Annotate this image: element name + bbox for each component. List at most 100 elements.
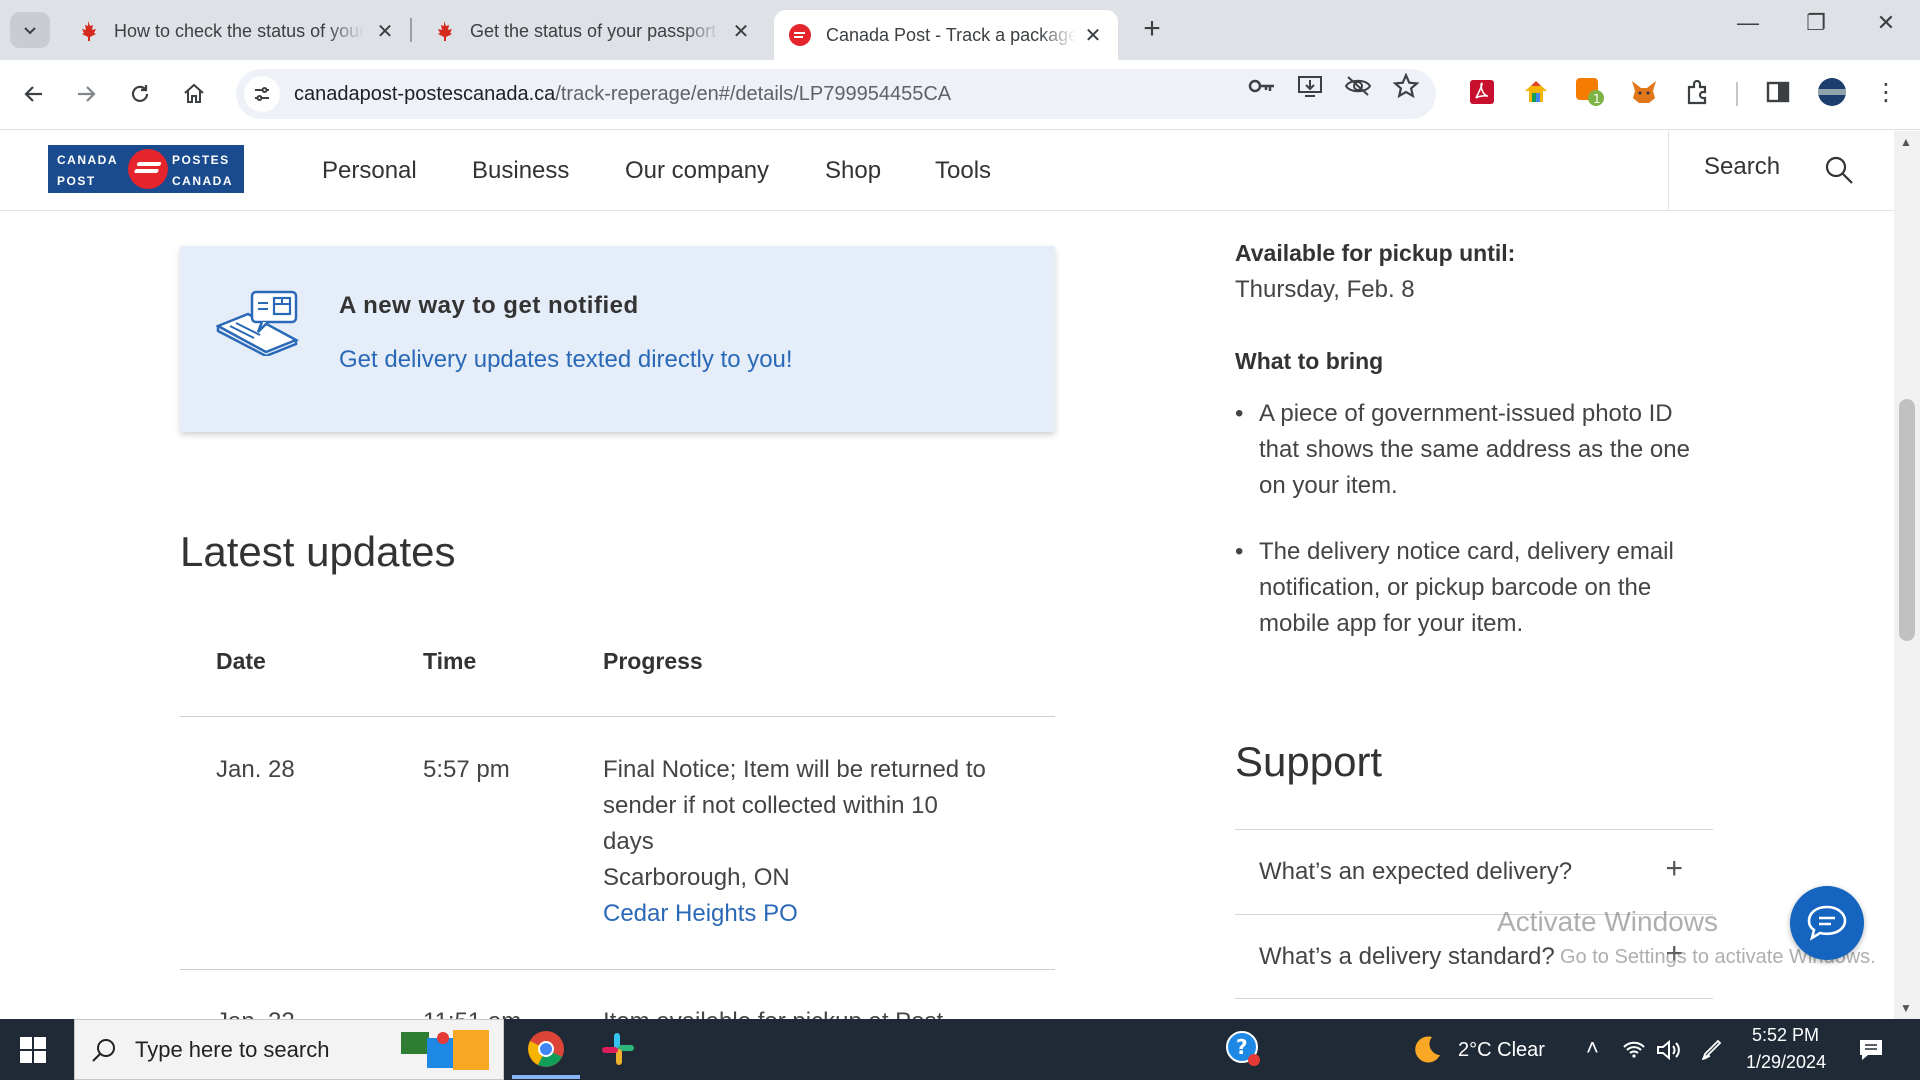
list-item-line: notification, or pickup barcode on the <box>1259 574 1652 601</box>
taskbar-search-box[interactable]: Type here to search <box>74 1019 504 1080</box>
faq-item[interactable]: What’s an expected delivery? + <box>1235 829 1713 914</box>
new-tab-button[interactable]: + <box>1136 12 1168 46</box>
restore-icon[interactable]: ❐ <box>1796 10 1836 36</box>
scroll-up-icon[interactable]: ▲ <box>1900 135 1912 149</box>
browser-tab[interactable]: Get the status of your passport ✕ <box>418 8 766 54</box>
close-icon[interactable]: ✕ <box>730 19 752 44</box>
canada-post-logo[interactable]: CANADA POST POSTES CANADA <box>48 145 244 193</box>
url-path: /track-reperage/en#/details/LP799954455C… <box>555 82 952 105</box>
column-header-date: Date <box>216 648 266 674</box>
install-app-icon[interactable] <box>1296 72 1324 100</box>
taskbar-search-placeholder: Type here to search <box>135 1036 330 1062</box>
help-icon: ? <box>1226 1031 1260 1066</box>
home-icon <box>184 83 204 103</box>
tab-title: Get the status of your passport <box>470 20 717 41</box>
post-office-link[interactable]: Cedar Heights PO <box>603 896 798 932</box>
profile-avatar[interactable] <box>1816 76 1848 108</box>
chat-bubble-icon <box>1807 905 1847 941</box>
home-button[interactable] <box>174 74 214 114</box>
section-title-latest-updates: Latest updates <box>180 528 456 575</box>
minimize-icon[interactable]: — <box>1728 10 1768 36</box>
promo-heading: A new way to get notified <box>339 292 639 319</box>
promo-link[interactable]: Get delivery updates texted directly to … <box>339 346 793 374</box>
scrollbar-thumb[interactable] <box>1899 399 1915 641</box>
column-header-time: Time <box>423 648 477 674</box>
windows-watermark: Activate Windows <box>1497 906 1718 937</box>
logo-text: POSTES <box>172 153 230 167</box>
canada-post-icon <box>789 24 811 46</box>
url-text: canadapost-postescanada.ca/track-reperag… <box>294 83 951 106</box>
side-panel-icon[interactable] <box>1762 76 1794 108</box>
clock-date[interactable]: 1/29/2024 <box>1746 1052 1826 1073</box>
row-progress-line: sender if not collected within 10 <box>603 792 938 819</box>
list-item-line: The delivery notice card, delivery email <box>1259 538 1674 565</box>
svg-text:1: 1 <box>1593 92 1601 106</box>
column-header-progress: Progress <box>603 648 703 674</box>
phone-message-icon <box>216 290 299 356</box>
close-icon[interactable]: ✕ <box>374 19 396 44</box>
row-time: 5:57 pm <box>423 756 510 783</box>
list-item-line: mobile app for your item. <box>1259 610 1524 637</box>
table-divider <box>180 969 1055 970</box>
nav-business[interactable]: Business <box>472 157 569 185</box>
pickup-until-date: Thursday, Feb. 8 <box>1235 276 1415 303</box>
key-icon[interactable] <box>1248 72 1276 100</box>
logo-text: CANADA <box>57 153 118 167</box>
tab-title: Canada Post - Track a package by <box>826 24 1076 45</box>
chat-button[interactable] <box>1790 886 1864 960</box>
site-info-button[interactable] <box>244 76 280 112</box>
reload-button[interactable] <box>120 74 160 114</box>
pen-icon[interactable] <box>1700 1037 1724 1061</box>
plus-icon[interactable]: + <box>1665 852 1683 886</box>
forward-button[interactable] <box>66 74 106 114</box>
search-icon[interactable] <box>1824 155 1854 185</box>
list-item: A piece of government-issued photo ID th… <box>1235 396 1715 504</box>
notification-icon[interactable] <box>1858 1037 1884 1063</box>
eye-off-icon[interactable] <box>1344 72 1372 100</box>
windows-taskbar: Type here to search ? 2°C Clear ˄ 5:52 P… <box>0 1019 1920 1080</box>
window-close-icon[interactable]: ✕ <box>1866 10 1906 36</box>
clock-time[interactable]: 5:52 PM <box>1752 1025 1819 1046</box>
svg-text:?: ? <box>1236 1035 1248 1059</box>
page-scrollbar[interactable]: ▲ ▼ <box>1894 131 1920 1019</box>
fox-extension-icon[interactable] <box>1628 76 1660 108</box>
puzzle-pieces-icon <box>401 1030 489 1070</box>
wifi-icon[interactable] <box>1622 1039 1646 1059</box>
maple-leaf-icon <box>82 21 96 41</box>
browser-tab[interactable]: How to check the status of your ✕ <box>62 8 410 54</box>
more-menu-icon[interactable]: ⋮ <box>1870 76 1902 108</box>
nav-shop[interactable]: Shop <box>825 157 881 185</box>
browser-tab-strip: How to check the status of your ✕ Get th… <box>0 0 1920 60</box>
nav-tools[interactable]: Tools <box>935 157 991 185</box>
scroll-down-icon[interactable]: ▼ <box>1900 1001 1912 1015</box>
home-extension-icon[interactable] <box>1520 76 1552 108</box>
arrow-right-icon <box>78 86 96 102</box>
browser-tab-active[interactable]: Canada Post - Track a package by ✕ <box>774 10 1118 60</box>
taskbar-slack-app[interactable] <box>596 1027 640 1071</box>
tray-chevron-up-icon[interactable]: ˄ <box>1586 1035 1599 1061</box>
header-divider <box>1668 131 1669 211</box>
pdf-extension-icon[interactable] <box>1466 76 1498 108</box>
badge-extension-icon[interactable]: 1 <box>1574 76 1606 108</box>
row-date: Jan. 28 <box>216 756 295 783</box>
windows-start-icon[interactable] <box>20 1037 46 1063</box>
logo-text: POST <box>57 174 96 188</box>
site-header: CANADA POST POSTES CANADA Personal Busin… <box>0 131 1894 211</box>
taskbar-help-app[interactable]: ? <box>1222 1027 1266 1071</box>
close-icon[interactable]: ✕ <box>1082 23 1104 48</box>
volume-icon[interactable] <box>1656 1039 1682 1061</box>
url-host: canadapost-postescanada.ca <box>294 82 556 105</box>
nav-our-company[interactable]: Our company <box>625 157 769 185</box>
taskbar-chrome-app[interactable] <box>512 1027 580 1079</box>
section-title-support: Support <box>1235 738 1383 785</box>
tab-title: How to check the status of your <box>114 20 364 41</box>
back-button[interactable] <box>14 74 54 114</box>
bookmark-star-icon[interactable] <box>1392 72 1420 100</box>
nav-personal[interactable]: Personal <box>322 157 417 185</box>
extensions-puzzle-icon[interactable] <box>1682 76 1714 108</box>
tab-search-button[interactable] <box>10 12 50 48</box>
chevron-down-icon <box>24 27 36 35</box>
logo-mark-icon <box>128 149 168 189</box>
site-search-button[interactable]: Search <box>1704 153 1780 181</box>
weather-text[interactable]: 2°C Clear <box>1458 1039 1545 1062</box>
